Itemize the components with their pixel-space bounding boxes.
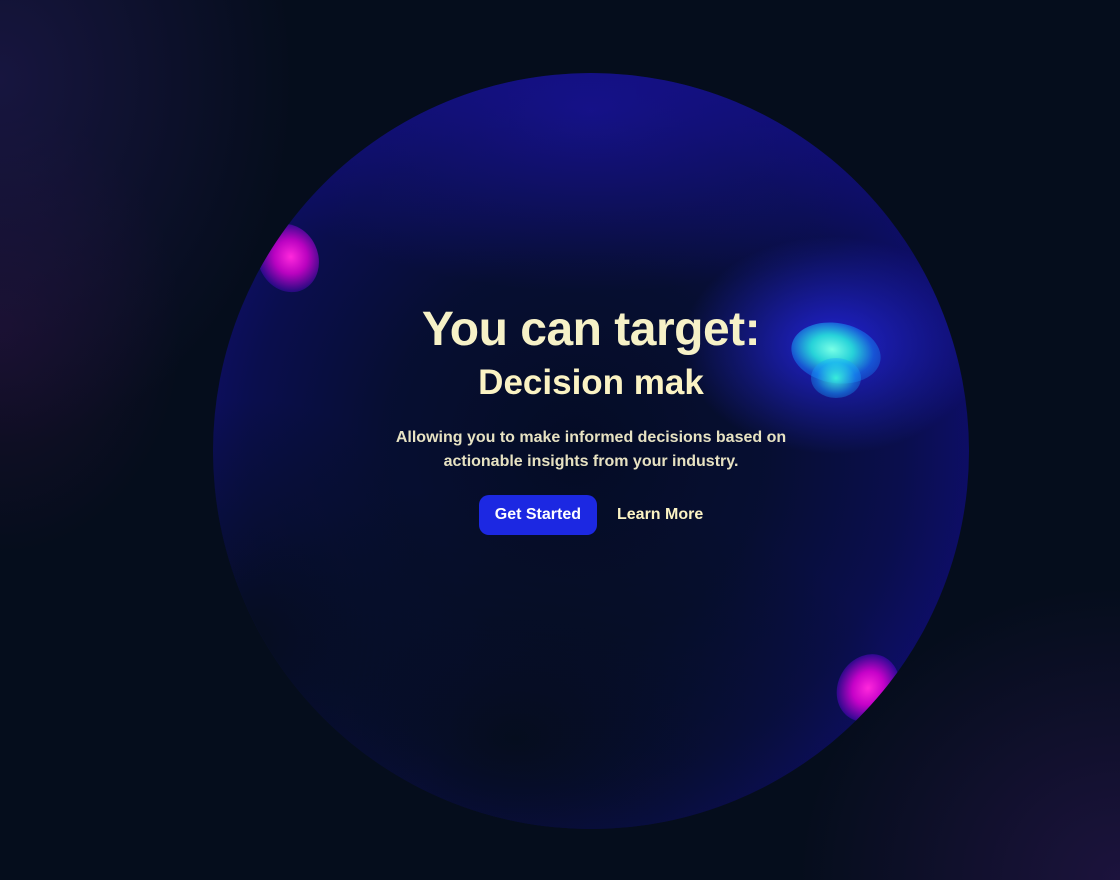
learn-more-link[interactable]: Learn More (617, 495, 703, 535)
hero-description: Allowing you to make informed decisions … (395, 429, 787, 470)
hero-rotating-text: Decision mak (478, 363, 704, 402)
hero-page: You can target: Decision mak Allowing yo… (0, 0, 1120, 880)
hero-actions: Get Started Learn More (0, 495, 1120, 535)
get-started-button[interactable]: Get Started (478, 495, 597, 535)
hero-content: You can target: Decision mak Allowing yo… (0, 300, 1120, 535)
hero-headline: You can target: (421, 303, 761, 356)
